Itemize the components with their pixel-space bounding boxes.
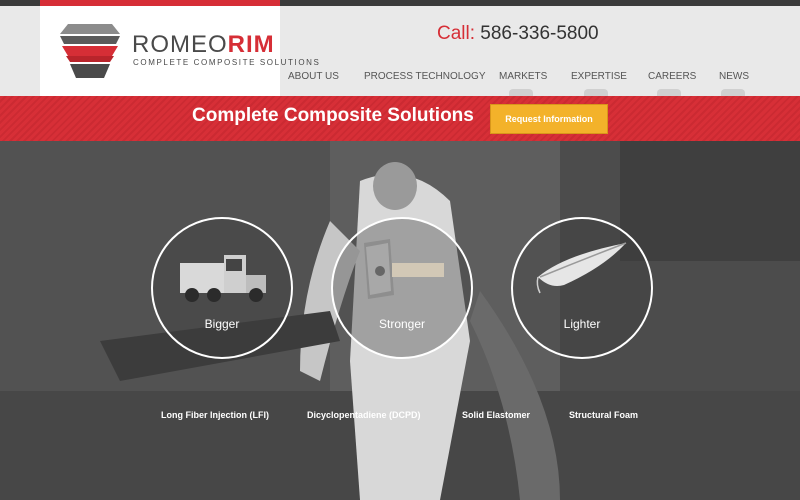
phone-number[interactable]: Call: 586-336-5800	[437, 23, 599, 45]
sledgehammer-icon	[364, 239, 444, 299]
process-lfi-link[interactable]: Long Fiber Injection (LFI)	[161, 410, 269, 420]
brand-tagline: COMPLETE COMPOSITE SOLUTIONS	[133, 58, 321, 67]
feature-label-lighter: Lighter	[563, 317, 601, 331]
nav-about-us[interactable]: ABOUT US	[288, 71, 339, 82]
brand-name-part2: RIM	[227, 31, 275, 58]
nav-expertise[interactable]: EXPERTISE	[571, 71, 627, 82]
feature-label-bigger: Bigger	[204, 317, 240, 331]
brand-name-part1: ROMEO	[132, 31, 228, 58]
banner-title: Complete Composite Solutions	[192, 105, 474, 126]
feature-bigger[interactable]: Bigger	[151, 217, 293, 359]
nav-news[interactable]: NEWS	[719, 71, 749, 82]
main-nav: ABOUT US PROCESS TECHNOLOGY MARKETS EXPE…	[0, 71, 800, 91]
nav-markets[interactable]: MARKETS	[499, 71, 547, 82]
nav-process-technology[interactable]: PROCESS TECHNOLOGY	[364, 71, 486, 82]
process-dcpd-link[interactable]: Dicyclopentadiene (DCPD)	[307, 410, 421, 420]
nav-careers[interactable]: CAREERS	[648, 71, 696, 82]
process-structural-foam-link[interactable]: Structural Foam	[569, 410, 638, 420]
request-information-button[interactable]: Request Information	[490, 104, 608, 134]
brand-name[interactable]: ROMEORIM	[132, 33, 275, 57]
feature-lighter[interactable]: Lighter	[511, 217, 653, 359]
feather-icon	[536, 242, 627, 294]
feature-stronger[interactable]: Stronger	[331, 217, 473, 359]
feature-label-stronger: Stronger	[378, 317, 426, 331]
phone-digits: 586-336-5800	[480, 23, 599, 44]
semi-truck-icon	[180, 255, 266, 302]
process-solid-elastomer-link[interactable]: Solid Elastomer	[462, 410, 530, 420]
call-label: Call:	[437, 23, 476, 44]
